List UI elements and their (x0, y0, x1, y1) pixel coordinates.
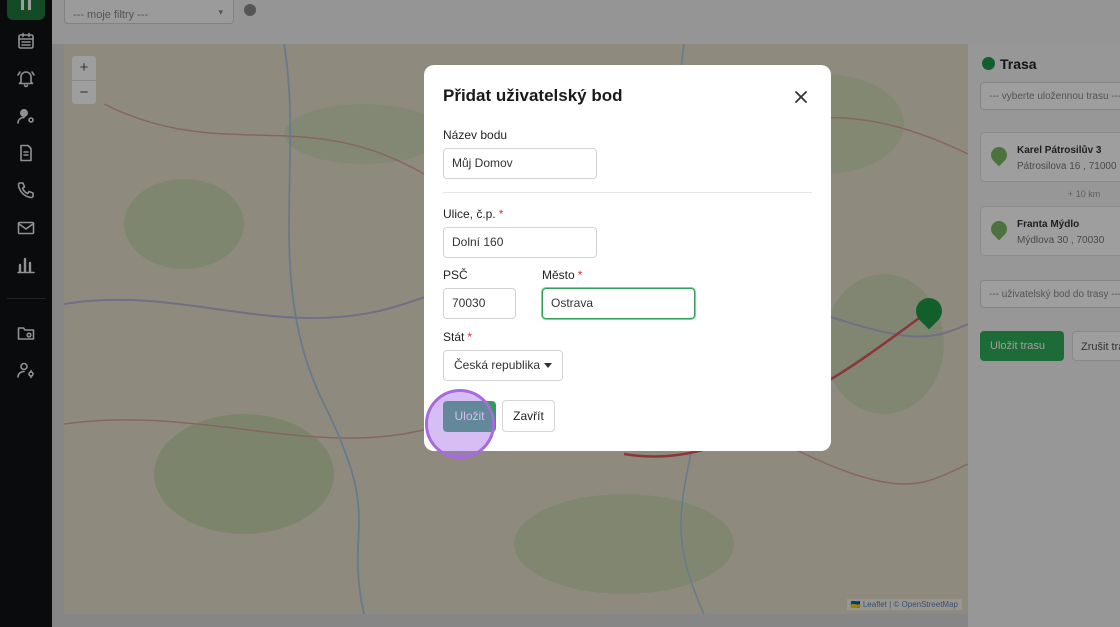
modal-title: Přidat uživatelský bod (443, 86, 623, 105)
country-select[interactable]: Česká republika (443, 350, 563, 381)
click-indicator (425, 389, 495, 459)
zip-label: PSČ (443, 268, 468, 282)
required-mark: * (577, 268, 583, 282)
street-input[interactable]: Dolní 160 (443, 227, 597, 258)
close-icon[interactable] (791, 87, 811, 107)
caret-down-icon (544, 363, 552, 368)
city-input[interactable]: Ostrava (542, 288, 695, 319)
street-label: Ulice, č.p. * (443, 207, 503, 221)
point-name-input[interactable]: Můj Domov (443, 148, 597, 179)
point-name-label: Název bodu (443, 128, 508, 142)
street-label-text: Ulice, č.p. (443, 207, 496, 221)
add-user-point-modal: Přidat uživatelský bod Název bodu Můj Do… (424, 65, 831, 451)
zip-input[interactable]: 70030 (443, 288, 516, 319)
country-value: Česká republika (454, 358, 541, 372)
close-button[interactable]: Zavřít (502, 400, 555, 432)
form-divider (443, 192, 812, 193)
country-label-text: Stát (443, 330, 465, 344)
city-label-text: Město (542, 268, 575, 282)
country-label: Stát * (443, 330, 472, 344)
city-label: Město * (542, 268, 582, 282)
required-mark: * (467, 330, 473, 344)
required-mark: * (498, 207, 504, 221)
